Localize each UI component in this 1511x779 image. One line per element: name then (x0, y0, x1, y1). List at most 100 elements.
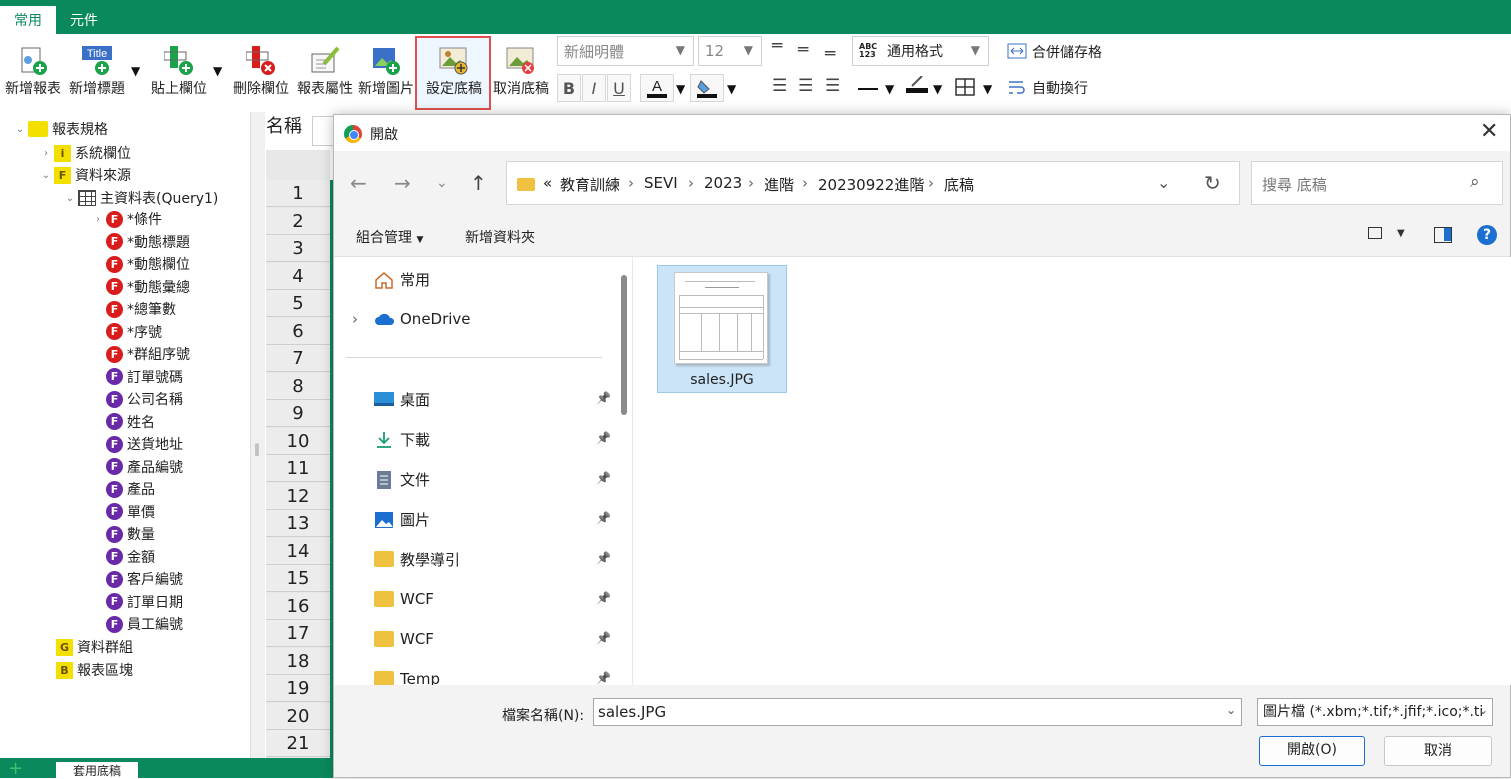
pin-icon[interactable]: 📌 (596, 631, 611, 645)
tree-system-fields[interactable]: › i 系統欄位 (40, 143, 131, 163)
refresh-icon[interactable]: ↻ (1204, 171, 1221, 195)
font-name-select[interactable]: 新細明體 ▼ (557, 36, 694, 66)
wrap-text-icon[interactable] (1007, 78, 1027, 96)
row-number[interactable]: 13 (266, 510, 330, 537)
tree-field-item[interactable]: F 訂單日期 (92, 592, 183, 612)
row-number[interactable]: 3 (266, 235, 330, 262)
tree-field-item[interactable]: F *動態彙總 (92, 277, 190, 297)
font-color-dropdown[interactable]: ▼ (676, 82, 685, 96)
tab-common[interactable]: 常用 (0, 6, 56, 34)
nav-item[interactable]: WCF (374, 629, 434, 649)
recent-locations-chevron-icon[interactable]: ⌄ (436, 175, 448, 191)
new-title-button[interactable]: Title 新增標題 (66, 42, 128, 102)
nav-scrollbar-thumb[interactable] (621, 275, 627, 415)
nav-item[interactable]: 常用 (374, 269, 430, 289)
open-button[interactable]: 開啟(O) (1259, 736, 1365, 766)
nav-item[interactable]: › OneDrive (352, 309, 471, 329)
up-arrow-icon[interactable]: ↑ (470, 171, 487, 195)
row-number[interactable]: 8 (266, 372, 330, 400)
row-number[interactable]: 10 (266, 427, 330, 455)
view-mode-dropdown[interactable]: ▼ (1397, 228, 1405, 239)
border-style-dropdown[interactable]: ▼ (885, 82, 894, 96)
breadcrumb-item[interactable]: 進階 (764, 174, 794, 195)
align-bottom-icon[interactable]: ═ (825, 44, 835, 64)
cancel-background-button[interactable]: 取消底稿 (490, 42, 552, 102)
tree-field-item[interactable]: F *總筆數 (92, 299, 176, 319)
view-mode-icon[interactable] (1368, 227, 1382, 239)
tree-field-item[interactable]: › F *條件 (92, 209, 162, 229)
pin-icon[interactable]: 📌 (596, 591, 611, 605)
merge-cells-label[interactable]: 合併儲存格 (1032, 42, 1102, 62)
chevron-right-icon[interactable]: › (352, 310, 358, 328)
align-top-icon[interactable]: ═ (772, 36, 782, 56)
border-color-icon[interactable] (906, 75, 928, 93)
row-number[interactable]: 17 (266, 620, 330, 647)
row-number[interactable]: 21 (266, 730, 330, 757)
close-icon[interactable]: ✕ (1480, 119, 1498, 144)
paste-field-button[interactable]: 貼上欄位 (148, 42, 210, 102)
tree-field-item[interactable]: F 訂單號碼 (92, 367, 183, 387)
filename-input[interactable]: sales.JPG (593, 698, 1242, 726)
row-number[interactable]: 20 (266, 702, 330, 730)
breadcrumb-item[interactable]: SEVI (644, 174, 678, 192)
chevron-down-icon[interactable]: ⌄ (1478, 703, 1488, 717)
row-number[interactable]: 11 (266, 455, 330, 482)
tree-root[interactable]: ⌄ 報表規格 (14, 119, 108, 139)
tree-field-item[interactable]: F *群組序號 (92, 344, 190, 364)
nav-item[interactable]: 文件 (374, 469, 430, 489)
pin-icon[interactable]: 📌 (596, 671, 611, 685)
nav-item[interactable]: 桌面 (374, 389, 430, 409)
tree-field-item[interactable]: F 金額 (92, 547, 155, 567)
row-number[interactable]: 2 (266, 207, 330, 235)
pin-icon[interactable]: 📌 (596, 391, 611, 405)
tree-field-item[interactable]: F 送貨地址 (92, 434, 183, 454)
help-icon[interactable]: ? (1477, 225, 1497, 245)
tree-report-region[interactable]: B 報表區塊 (56, 660, 133, 680)
merge-cells-icon[interactable] (1007, 42, 1027, 60)
nav-item[interactable]: 下載 (374, 429, 430, 449)
row-number[interactable]: 12 (266, 482, 330, 510)
pin-icon[interactable]: 📌 (596, 471, 611, 485)
chevron-down-icon[interactable]: ⌄ (1157, 173, 1170, 192)
apply-background-tab[interactable]: 套用底稿 (56, 762, 138, 778)
tree-field-item[interactable]: F *動態標題 (92, 232, 190, 252)
tree-field-item[interactable]: F 客戶編號 (92, 569, 183, 589)
tree-field-item[interactable]: F 姓名 (92, 412, 155, 432)
new-folder-button[interactable]: 新增資料夾 (465, 227, 535, 247)
wrap-text-label[interactable]: 自動換行 (1032, 78, 1088, 98)
new-title-dropdown[interactable]: ▼ (131, 64, 140, 78)
file-item[interactable]: sales.JPG (657, 265, 787, 393)
address-bar[interactable]: ⌄ ↻ «教育訓練 › SEVI › 2023 › 進階 › 20230922進階 › 底稿 (506, 161, 1240, 205)
breadcrumb-item[interactable]: 底稿 (944, 174, 974, 195)
pin-icon[interactable]: 📌 (596, 431, 611, 445)
new-report-button[interactable]: 新增報表 (2, 42, 64, 102)
set-background-button[interactable]: 設定底稿 (421, 42, 487, 102)
filetype-select[interactable]: 圖片檔 (*.xbm;*.tif;*.jfif;*.ico;*.ti (1257, 698, 1493, 726)
tree-field-item[interactable]: F 單價 (92, 502, 155, 522)
pin-icon[interactable]: 📌 (596, 551, 611, 565)
tree-field-item[interactable]: F *序號 (92, 322, 162, 342)
row-number[interactable]: 18 (266, 647, 330, 675)
row-number[interactable]: 9 (266, 400, 330, 427)
grid-border-dropdown[interactable]: ▼ (983, 82, 992, 96)
tree-data-source[interactable]: ⌄ F 資料來源 (40, 165, 131, 185)
tree-field-item[interactable]: F 員工編號 (92, 614, 183, 634)
align-center-icon[interactable]: ☰ (798, 76, 813, 96)
tree-field-item[interactable]: F 公司名稱 (92, 389, 183, 409)
breadcrumb-item[interactable]: 20230922進階 (818, 174, 924, 195)
underline-button[interactable]: U (607, 74, 631, 102)
align-middle-icon[interactable]: ═ (798, 40, 808, 60)
pin-icon[interactable]: 📌 (596, 511, 611, 525)
font-color-button[interactable]: A (640, 74, 674, 102)
align-left-icon[interactable]: ☰ (772, 76, 787, 96)
row-number[interactable]: 5 (266, 290, 330, 317)
breadcrumb-item[interactable]: 2023 (704, 174, 742, 192)
tree-data-group[interactable]: G 資料群組 (56, 637, 133, 657)
align-right-icon[interactable]: ☰ (825, 76, 840, 96)
back-arrow-icon[interactable]: ← (350, 171, 367, 195)
search-input[interactable]: 搜尋 底稿 ⌕ (1251, 161, 1503, 205)
new-image-button[interactable]: 新增圖片 (358, 42, 414, 102)
row-number[interactable]: 16 (266, 592, 330, 620)
delete-field-button[interactable]: 刪除欄位 (230, 42, 292, 102)
tree-field-item[interactable]: F *動態欄位 (92, 254, 190, 274)
